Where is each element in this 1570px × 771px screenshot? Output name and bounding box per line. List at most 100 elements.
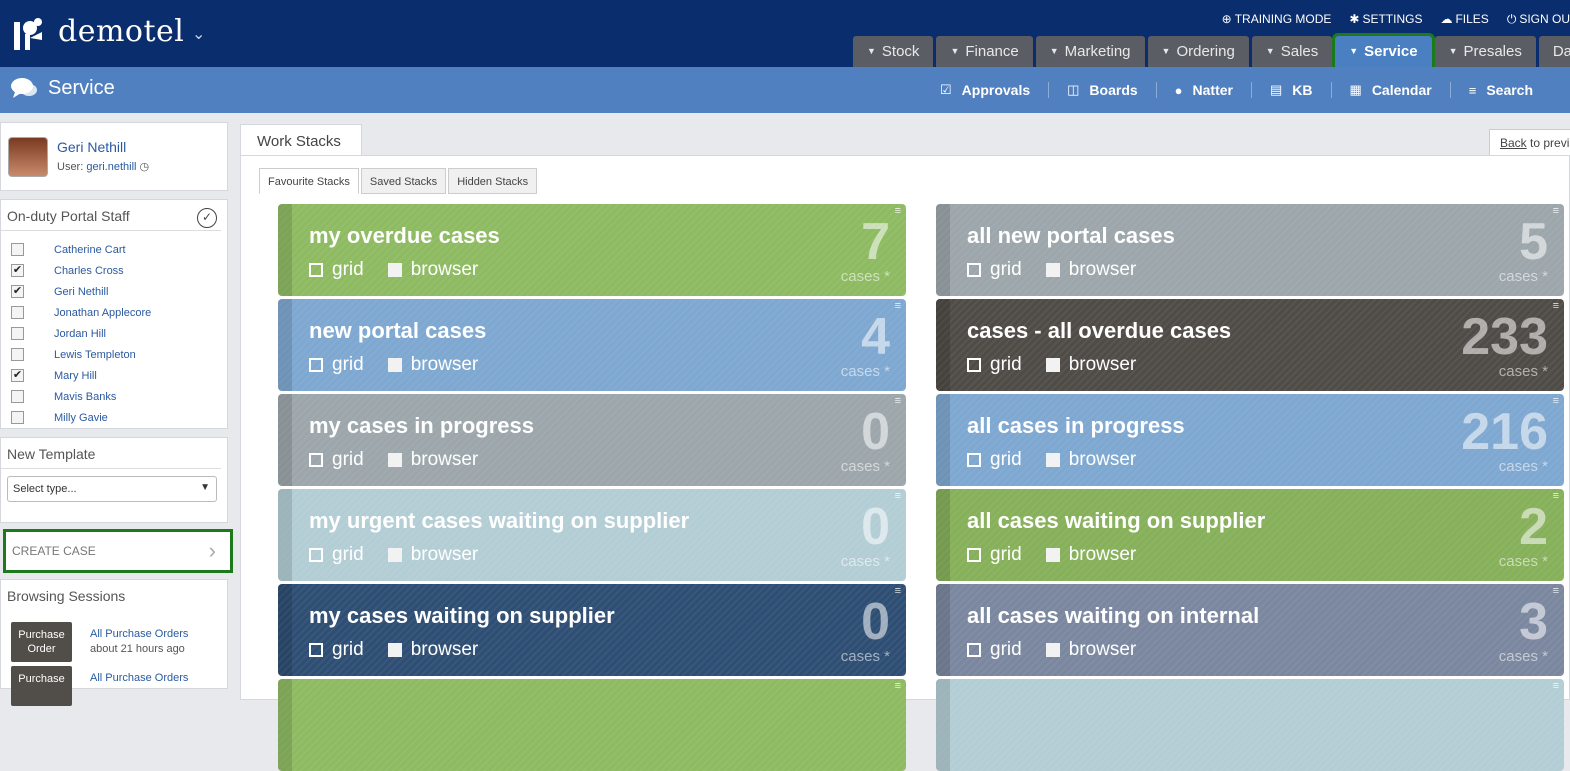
hamburger-icon[interactable]: ≡	[1553, 681, 1559, 692]
grid-option[interactable]: grid	[967, 544, 1022, 566]
grid-option[interactable]: grid	[967, 639, 1022, 661]
staff-name[interactable]: Mary Hill	[54, 370, 97, 382]
hamburger-icon[interactable]: ≡	[895, 301, 901, 312]
browser-option[interactable]: browser	[1045, 544, 1136, 566]
settings-link[interactable]: ✱ SETTINGS	[1349, 12, 1422, 27]
brand-name[interactable]: demotel	[58, 14, 184, 49]
grid-option[interactable]: grid	[309, 544, 364, 566]
tab-dashboard[interactable]: Das	[1538, 36, 1570, 67]
tab-favourite-stacks[interactable]: Favourite Stacks	[259, 168, 359, 194]
tab-presales[interactable]: ▼ Presales	[1434, 36, 1536, 67]
avatar[interactable]	[8, 137, 48, 177]
hamburger-icon[interactable]: ≡	[895, 396, 901, 407]
stack-card[interactable]: cases - all overdue cases grid browser 233 c…	[936, 299, 1564, 391]
hamburger-icon[interactable]: ≡	[1553, 396, 1559, 407]
staff-checkbox[interactable]	[11, 411, 24, 424]
browser-option[interactable]: browser	[1045, 259, 1136, 281]
grid-option[interactable]: grid	[967, 354, 1022, 376]
tab-ordering[interactable]: ▼ Ordering	[1147, 36, 1249, 67]
staff-name[interactable]: Geri Nethill	[54, 286, 108, 298]
staff-checkbox[interactable]: ✔	[11, 285, 24, 298]
staff-checkbox[interactable]: ✔	[11, 369, 24, 382]
browser-option[interactable]: browser	[1045, 449, 1136, 471]
hamburger-icon[interactable]: ≡	[895, 586, 901, 597]
sign-out-link[interactable]: ⏻ SIGN OU	[1507, 12, 1570, 27]
staff-checkbox[interactable]	[11, 348, 24, 361]
stack-card[interactable]: my urgent cases waiting on supplier grid b…	[278, 489, 906, 581]
stack-title[interactable]: my overdue cases	[309, 223, 500, 249]
tab-service[interactable]: ▼ Service	[1332, 33, 1435, 70]
staff-name[interactable]: Mavis Banks	[54, 391, 116, 403]
session-badge[interactable]: Purchase	[11, 666, 72, 706]
tab-stock[interactable]: ▼ Stock	[853, 36, 934, 67]
tab-marketing[interactable]: ▼ Marketing	[1035, 36, 1145, 67]
chevron-down-icon[interactable]: ⌄	[192, 24, 205, 44]
staff-name[interactable]: Jonathan Applecore	[54, 307, 151, 319]
stack-card[interactable]: all new portal cases grid browser 5 cases * ≡	[936, 204, 1564, 296]
browser-option[interactable]: browser	[1045, 639, 1136, 661]
stack-card[interactable]: my overdue cases grid browser 7 cases * ≡	[278, 204, 906, 296]
hamburger-icon[interactable]: ≡	[1553, 491, 1559, 502]
stack-title[interactable]: all new portal cases	[967, 223, 1175, 249]
grid-option[interactable]: grid	[967, 259, 1022, 281]
stack-card[interactable]: ≡	[936, 679, 1564, 771]
stack-title[interactable]: all cases in progress	[967, 413, 1185, 439]
template-type-select[interactable]: Select type... ▼	[7, 476, 217, 502]
back-link[interactable]: Back	[1500, 136, 1527, 150]
hamburger-icon[interactable]: ≡	[895, 681, 901, 692]
browser-option[interactable]: browser	[1045, 354, 1136, 376]
tab-saved-stacks[interactable]: Saved Stacks	[360, 168, 447, 194]
tab-finance[interactable]: ▼ Finance	[936, 36, 1033, 67]
calendar-link[interactable]: ▦ Calendar	[1330, 82, 1450, 98]
kb-link[interactable]: ▤ KB	[1250, 82, 1331, 98]
stack-card[interactable]: ≡	[278, 679, 906, 771]
browser-option[interactable]: browser	[387, 449, 478, 471]
hamburger-icon[interactable]: ≡	[1553, 586, 1559, 597]
grid-option[interactable]: grid	[309, 354, 364, 376]
hamburger-icon[interactable]: ≡	[1553, 301, 1559, 312]
hamburger-icon[interactable]: ≡	[895, 491, 901, 502]
staff-checkbox[interactable]: ✔	[11, 264, 24, 277]
stack-card[interactable]: all cases waiting on supplier grid browser…	[936, 489, 1564, 581]
grid-option[interactable]: grid	[309, 639, 364, 661]
staff-name[interactable]: Milly Gavie	[54, 412, 108, 424]
session-badge[interactable]: Purchase Order	[11, 622, 72, 662]
natter-link[interactable]: ● Natter	[1155, 82, 1251, 98]
work-stacks-tab[interactable]: Work Stacks	[240, 124, 362, 156]
staff-checkbox[interactable]	[11, 327, 24, 340]
grid-option[interactable]: grid	[967, 449, 1022, 471]
check-circle-icon[interactable]: ✓	[197, 208, 217, 228]
create-case-button[interactable]: CREATE CASE ›	[3, 529, 233, 573]
staff-name[interactable]: Jordan Hill	[54, 328, 106, 340]
search-link[interactable]: ≡ Search	[1449, 82, 1551, 98]
stack-title[interactable]: my cases waiting on supplier	[309, 603, 615, 629]
profile-name[interactable]: Geri Nethill	[57, 139, 126, 155]
staff-name[interactable]: Lewis Templeton	[54, 349, 136, 361]
grid-option[interactable]: grid	[309, 449, 364, 471]
browser-option[interactable]: browser	[387, 259, 478, 281]
staff-name[interactable]: Charles Cross	[54, 265, 124, 277]
browser-option[interactable]: browser	[387, 544, 478, 566]
stack-card[interactable]: new portal cases grid browser 4 cases * ≡	[278, 299, 906, 391]
tab-sales[interactable]: ▼ Sales	[1251, 36, 1333, 67]
boards-link[interactable]: ◫ Boards	[1048, 82, 1156, 98]
stack-card[interactable]: my cases waiting on supplier grid browser 0…	[278, 584, 906, 676]
staff-name[interactable]: Catherine Cart	[54, 244, 126, 256]
stack-card[interactable]: my cases in progress grid browser 0 cases * ≡	[278, 394, 906, 486]
stack-title[interactable]: all cases waiting on supplier	[967, 508, 1265, 534]
staff-checkbox[interactable]	[11, 390, 24, 403]
stack-card[interactable]: all cases in progress grid browser 216 cases…	[936, 394, 1564, 486]
files-link[interactable]: ☁ FILES	[1440, 12, 1488, 27]
stack-title[interactable]: all cases waiting on internal	[967, 603, 1259, 629]
staff-checkbox[interactable]	[11, 243, 24, 256]
stack-card[interactable]: all cases waiting on internal grid browser…	[936, 584, 1564, 676]
session-link[interactable]: All Purchase Orders	[90, 672, 188, 684]
browser-option[interactable]: browser	[387, 354, 478, 376]
browser-option[interactable]: browser	[387, 639, 478, 661]
username-link[interactable]: geri.nethill	[86, 161, 136, 173]
training-mode-link[interactable]: ⊕ TRAINING MODE	[1222, 12, 1332, 27]
grid-option[interactable]: grid	[309, 259, 364, 281]
stack-title[interactable]: my urgent cases waiting on supplier	[309, 508, 689, 534]
session-link[interactable]: All Purchase Orders	[90, 628, 188, 640]
tab-hidden-stacks[interactable]: Hidden Stacks	[448, 168, 538, 194]
